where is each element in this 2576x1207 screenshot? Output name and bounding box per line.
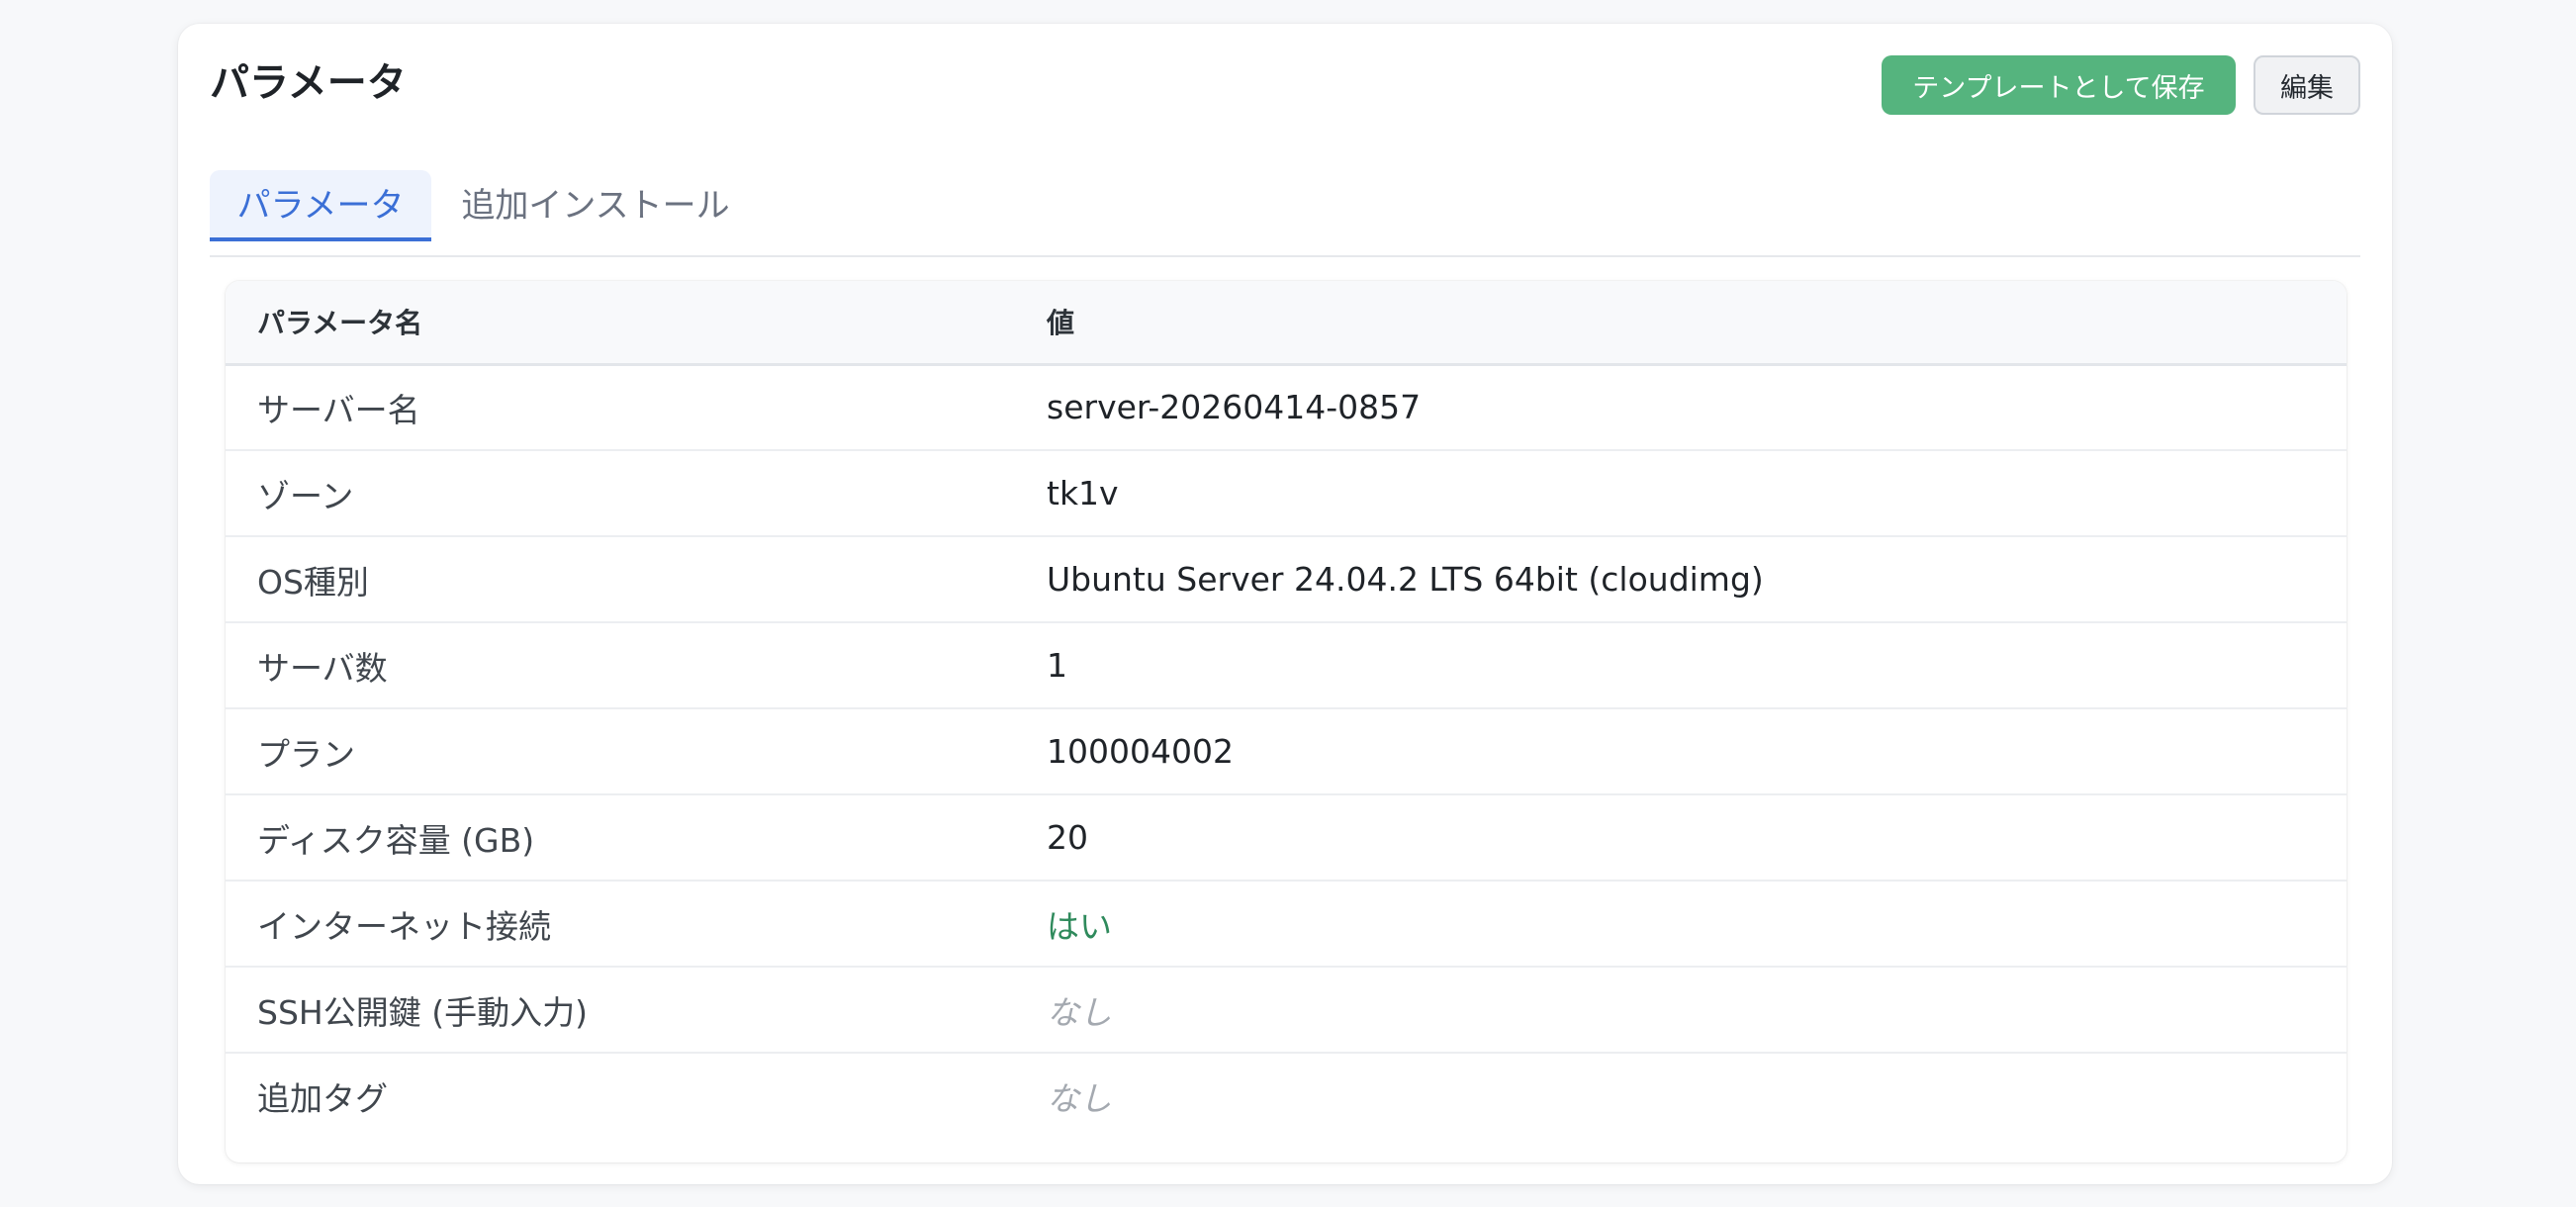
param-value: 1 — [1015, 621, 2346, 708]
panel-actions: テンプレートとして保存 編集 — [1882, 55, 2360, 115]
panel-title: パラメータ — [210, 60, 407, 106]
parameters-table: パラメータ名 値 サーバー名 server-20260414-0857 ゾーン … — [226, 281, 2346, 1139]
tab-additional-install[interactable]: 追加インストール — [447, 170, 744, 241]
parameters-table-container: パラメータ名 値 サーバー名 server-20260414-0857 ゾーン … — [226, 281, 2346, 1162]
table-row: サーバ数 1 — [226, 621, 2346, 708]
save-as-template-button[interactable]: テンプレートとして保存 — [1882, 55, 2236, 115]
param-value: tk1v — [1015, 449, 2346, 536]
param-value: server-20260414-0857 — [1047, 388, 1422, 427]
parameters-panel: パラメータ テンプレートとして保存 編集 パラメータ 追加インストール パラメー… — [178, 24, 2392, 1184]
param-value: 20 — [1015, 793, 2346, 881]
param-name: 追加タグ — [226, 1052, 1015, 1139]
table-row: OS種別 Ubuntu Server 24.04.2 LTS 64bit (cl… — [226, 535, 2346, 622]
param-name: サーバ数 — [226, 621, 1015, 708]
column-header-value: 値 — [1015, 281, 2346, 366]
param-value: Ubuntu Server 24.04.2 LTS 64bit (cloudim… — [1015, 535, 2346, 622]
param-name: サーバー名 — [257, 390, 420, 429]
table-row: 追加タグ なし — [226, 1052, 2346, 1139]
table-row: ゾーン tk1v — [226, 449, 2346, 536]
param-name: SSH公開鍵 (手動入力) — [226, 966, 1015, 1053]
table-row: プラン 100004002 — [226, 707, 2346, 794]
table-row: サーバー名 server-20260414-0857 — [226, 364, 2346, 450]
table-row: ディスク容量 (GB) 20 — [226, 793, 2346, 881]
param-value-none: なし — [1015, 1052, 2346, 1139]
param-name: インターネット接続 — [226, 880, 1015, 967]
tab-parameters[interactable]: パラメータ — [210, 170, 431, 241]
tab-bar: パラメータ 追加インストール — [210, 146, 2360, 257]
param-value: 100004002 — [1015, 707, 2346, 794]
table-row: インターネット接続 はい — [226, 880, 2346, 967]
table-row: SSH公開鍵 (手動入力) なし — [226, 966, 2346, 1053]
param-name: ゾーン — [226, 449, 1015, 536]
param-value-none: なし — [1015, 966, 2346, 1053]
param-name: プラン — [226, 707, 1015, 794]
param-value-yes: はい — [1015, 880, 2346, 967]
edit-button[interactable]: 編集 — [2254, 55, 2360, 115]
column-header-parameter-name: パラメータ名 — [226, 281, 1015, 366]
table-header-row: パラメータ名 値 — [226, 281, 2346, 366]
param-name: OS種別 — [226, 535, 1015, 622]
param-name: ディスク容量 (GB) — [226, 793, 1015, 881]
